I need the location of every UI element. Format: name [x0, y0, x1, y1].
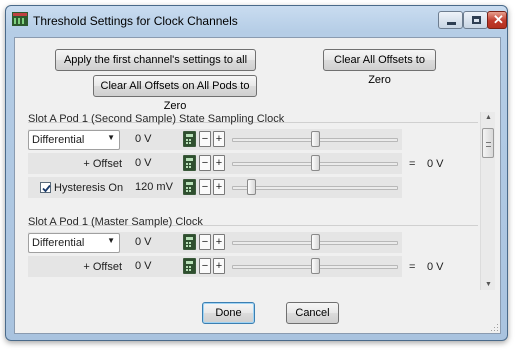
close-icon: ✕: [493, 12, 504, 27]
apply-first-channel-button[interactable]: Apply the first channel's settings to al…: [55, 49, 256, 86]
done-button[interactable]: Done: [202, 302, 255, 324]
increment-button[interactable]: +: [213, 234, 225, 250]
hysteresis-slider-thumb[interactable]: [247, 179, 257, 195]
offset-slider-thumb[interactable]: [310, 258, 320, 274]
scrollbar-thumb[interactable]: [482, 128, 494, 158]
resize-grip-icon[interactable]: [489, 322, 499, 332]
hysteresis-row: Hysteresis On 120 mV − +: [28, 177, 478, 199]
offset-row: + Offset 0 V − + = 0 V: [28, 256, 478, 278]
dialog-client-area: Apply the first channel's settings to al…: [14, 37, 501, 334]
calculator-icon[interactable]: [183, 258, 196, 274]
window-title: Threshold Settings for Clock Channels: [33, 14, 238, 28]
offset-value[interactable]: 0 V: [135, 260, 152, 272]
offset-label: + Offset: [83, 261, 122, 273]
threshold-value[interactable]: 0 V: [135, 133, 152, 145]
offset-value[interactable]: 0 V: [135, 157, 152, 169]
mode-select-value: Differential: [32, 237, 85, 249]
threshold-row: Differential ▼ 0 V − +: [28, 232, 478, 254]
decrement-button[interactable]: −: [199, 258, 211, 274]
equals-sign: =: [409, 261, 416, 273]
minimize-button[interactable]: [438, 11, 463, 29]
threshold-value[interactable]: 0 V: [135, 236, 152, 248]
decrement-button[interactable]: −: [199, 155, 211, 171]
grip-icon: [486, 142, 491, 147]
group-title: Slot A Pod 1 (Second Sample) State Sampl…: [28, 113, 285, 125]
hysteresis-checkbox[interactable]: [40, 182, 51, 193]
channel-list[interactable]: Slot A Pod 1 (Second Sample) State Sampl…: [28, 113, 478, 288]
minimize-icon: [447, 22, 456, 25]
decrement-button[interactable]: −: [199, 234, 211, 250]
group-second-sample-clock: Slot A Pod 1 (Second Sample) State Sampl…: [28, 113, 478, 208]
offset-row: + Offset 0 V − + = 0 V: [28, 153, 478, 175]
increment-button[interactable]: +: [213, 179, 225, 195]
offset-result: 0 V: [427, 261, 444, 273]
increment-button[interactable]: +: [213, 155, 225, 171]
clear-all-pods-button[interactable]: Clear All Offsets on All Pods to Zero: [93, 75, 257, 112]
increment-button[interactable]: +: [213, 258, 225, 274]
threshold-slider-thumb[interactable]: [310, 131, 320, 147]
hysteresis-label[interactable]: Hysteresis On: [54, 182, 134, 194]
group-title: Slot A Pod 1 (Master Sample) Clock: [28, 216, 203, 228]
mode-select-value: Differential: [32, 134, 85, 146]
maximize-button[interactable]: [463, 11, 488, 29]
calculator-icon[interactable]: [183, 155, 196, 171]
clear-offsets-button[interactable]: Clear All Offsets to Zero: [323, 49, 436, 86]
offset-label: + Offset: [83, 158, 122, 170]
dropdown-arrow-icon: ▼: [107, 236, 115, 245]
dialog-window: Threshold Settings for Clock Channels ✕ …: [5, 5, 508, 341]
offset-result: 0 V: [427, 158, 444, 170]
dropdown-arrow-icon: ▼: [107, 133, 115, 142]
threshold-slider-thumb[interactable]: [310, 234, 320, 250]
scroll-down-icon[interactable]: ▼: [485, 281, 492, 288]
hysteresis-value[interactable]: 120 mV: [135, 181, 173, 193]
close-button[interactable]: ✕: [487, 11, 507, 29]
cancel-button[interactable]: Cancel: [286, 302, 339, 324]
decrement-button[interactable]: −: [199, 131, 211, 147]
offset-slider-thumb[interactable]: [310, 155, 320, 171]
calculator-icon[interactable]: [183, 131, 196, 147]
calculator-icon[interactable]: [183, 234, 196, 250]
increment-button[interactable]: +: [213, 131, 225, 147]
hysteresis-slider-track[interactable]: [232, 186, 398, 190]
threshold-row: Differential ▼ 0 V − +: [28, 129, 478, 151]
app-icon: [12, 12, 28, 26]
title-bar[interactable]: Threshold Settings for Clock Channels ✕: [6, 6, 507, 34]
mode-select[interactable]: Differential ▼: [28, 233, 120, 253]
vertical-scrollbar[interactable]: ▲ ▼: [480, 112, 495, 290]
maximize-icon: [472, 16, 481, 24]
scroll-up-icon[interactable]: ▲: [485, 114, 492, 121]
calculator-icon[interactable]: [183, 179, 196, 195]
decrement-button[interactable]: −: [199, 179, 211, 195]
group-master-sample-clock: Slot A Pod 1 (Master Sample) Clock Diffe…: [28, 216, 478, 288]
equals-sign: =: [409, 158, 416, 170]
mode-select[interactable]: Differential ▼: [28, 130, 120, 150]
